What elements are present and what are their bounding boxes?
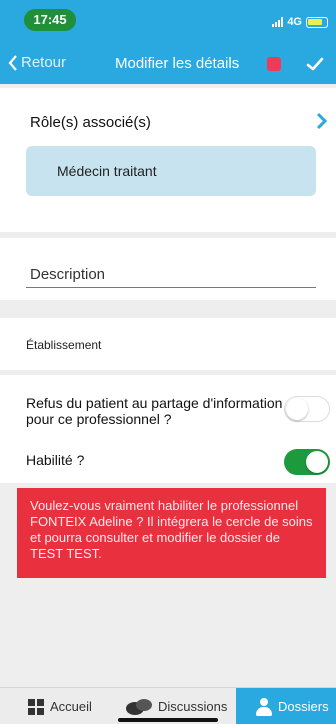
nav-bar: Retour Modifier les détails xyxy=(0,44,336,84)
tab-dossiers[interactable]: Dossiers xyxy=(236,688,336,724)
refus-toggle[interactable] xyxy=(284,396,330,422)
tab-label: Accueil xyxy=(50,699,92,714)
status-time: 17:45 xyxy=(24,9,76,31)
toggles-section: Refus du patient au partage d'informatio… xyxy=(0,375,336,483)
network-label: 4G xyxy=(287,16,302,28)
status-bar: 17:45 4G xyxy=(0,0,336,44)
etablissement-field[interactable]: Établissement xyxy=(26,338,101,352)
battery-icon xyxy=(306,16,328,28)
back-label: Retour xyxy=(21,54,67,71)
role-chip[interactable]: Médecin traitant xyxy=(26,146,316,196)
chevron-right-icon[interactable] xyxy=(316,112,328,130)
signal-icon xyxy=(272,17,284,27)
delete-icon[interactable] xyxy=(267,57,281,71)
habilite-label: Habilité ? xyxy=(26,452,85,468)
roles-title: Rôle(s) associé(s) xyxy=(30,114,151,131)
habilite-toggle[interactable] xyxy=(284,449,330,475)
warning-message: Voulez-vous vraiment habiliter le profes… xyxy=(17,488,326,578)
description-field[interactable]: Description xyxy=(30,266,105,283)
toggle-knob xyxy=(286,397,308,420)
toggle-knob xyxy=(306,451,328,473)
home-indicator xyxy=(118,718,218,722)
tab-label: Discussions xyxy=(158,699,228,714)
etablissement-section[interactable]: Établissement xyxy=(0,318,336,370)
chevron-left-icon xyxy=(8,54,17,71)
tab-label: Dossiers xyxy=(278,699,329,714)
page-title: Modifier les détails xyxy=(115,55,240,72)
person-icon xyxy=(256,697,272,716)
description-underline xyxy=(26,287,316,288)
description-section: Description xyxy=(0,238,336,300)
roles-section[interactable]: Rôle(s) associé(s) Médecin traitant xyxy=(0,88,336,232)
grid-icon xyxy=(28,698,44,715)
chat-bubbles-icon xyxy=(126,698,152,715)
refus-label: Refus du patient au partage d'informatio… xyxy=(26,395,283,427)
back-button[interactable]: Retour xyxy=(8,54,66,71)
tab-accueil[interactable]: Accueil xyxy=(28,688,92,724)
save-check-icon[interactable] xyxy=(306,56,324,72)
status-indicators: 4G xyxy=(272,14,328,30)
